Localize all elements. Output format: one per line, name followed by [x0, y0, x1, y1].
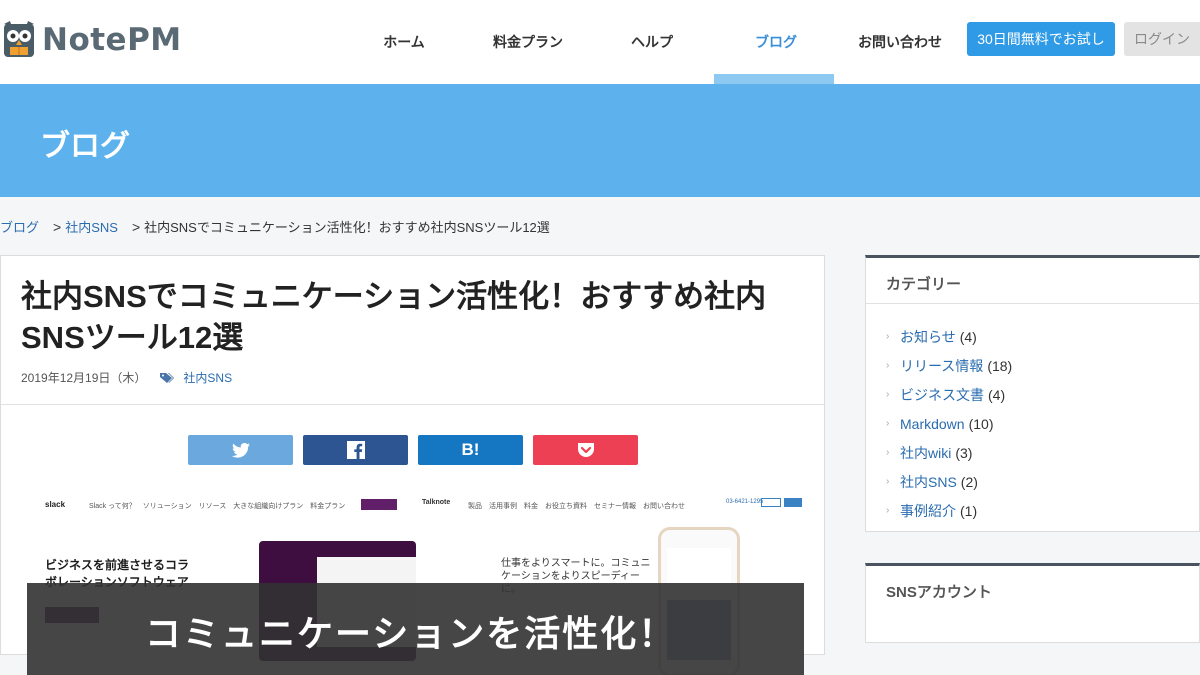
slack-mini-nav: Slack って何？ ソリューション リソース 大きな組織向けプラン 料金プラン [89, 503, 346, 510]
nav-blog[interactable]: ブログ [714, 0, 838, 84]
breadcrumb-category[interactable]: 社内SNS [65, 217, 118, 236]
category-link[interactable]: お知らせ [900, 327, 956, 347]
category-count: (10) [968, 415, 994, 432]
chevron-right-icon: › [886, 389, 890, 400]
facebook-icon [346, 441, 365, 459]
category-link[interactable]: Markdown [900, 416, 965, 432]
category-link[interactable]: 社内SNS [900, 472, 957, 492]
talknote-mini-nav: 製品 活用事例 料金 お役立ち資料 セミナー情報 お問い合わせ [468, 503, 685, 510]
share-pocket-button[interactable] [533, 435, 638, 465]
slack-brand: slack [45, 500, 66, 509]
sns-heading: SNSアカウント [886, 584, 992, 601]
slack-workspace-button [361, 499, 397, 510]
article-hero-image: slack Slack って何？ ソリューション リソース 大きな組織向けプラン… [27, 495, 804, 675]
nav-contact[interactable]: お問い合わせ [838, 0, 962, 84]
site-logo[interactable]: NotePM [2, 20, 182, 60]
category-count: (2) [960, 473, 978, 490]
share-twitter-button[interactable] [188, 435, 293, 465]
logo-text: NotePM [42, 22, 182, 58]
login-button[interactable]: ログイン [1124, 22, 1200, 56]
chevron-right-icon: › [886, 505, 890, 516]
article-card: 社内SNSでコミュニケーション活性化！おすすめ社内SNSツール12選 2019年… [0, 255, 825, 675]
category-count: (18) [987, 357, 1013, 374]
category-count: (4) [959, 328, 977, 345]
nav-help[interactable]: ヘルプ [590, 0, 714, 84]
category-item: › 事例紹介 (1) [886, 496, 1012, 525]
nav-pricing[interactable]: 料金プラン [466, 0, 590, 84]
chevron-right-icon: › [886, 418, 890, 429]
chevron-right-icon: › [886, 447, 890, 458]
article-date: 2019年12月19日（木） [21, 371, 147, 385]
category-link[interactable]: リリース情報 [900, 356, 983, 376]
category-item: › お知らせ (4) [886, 322, 1012, 351]
category-item: › 社内SNS (2) [886, 467, 1012, 496]
talknote-login-button [761, 498, 781, 507]
breadcrumb-current: 社内SNSでコミュニケーション活性化！おすすめ社内SNSツール12選 [144, 220, 550, 235]
sidebar-divider [866, 303, 1199, 304]
owl-logo-icon [4, 21, 34, 57]
share-facebook-button[interactable] [303, 435, 408, 465]
category-link[interactable]: 事例紹介 [900, 501, 956, 521]
talknote-phone: 03-6421-1295 [726, 499, 764, 505]
breadcrumb-separator: > [131, 218, 141, 235]
category-item: › Markdown (10) [886, 409, 1012, 438]
nav-home[interactable]: ホーム [342, 0, 466, 84]
hero-caption-overlay: コミュニケーションを活性化！ [27, 583, 804, 675]
category-item: › ビジネス文書 (4) [886, 380, 1012, 409]
sidebar-sns: SNSアカウント [865, 563, 1200, 643]
category-count: (1) [960, 502, 978, 519]
category-list: › お知らせ (4) › リリース情報 (18) › ビジネス文書 (4) › … [886, 322, 1012, 525]
breadcrumb-blog[interactable]: ブログ [0, 217, 39, 236]
page-title: ブログ [40, 129, 130, 164]
talknote-trial-button [784, 498, 802, 507]
category-link[interactable]: ビジネス文書 [900, 385, 984, 405]
breadcrumb: ブログ > 社内SNS > 社内SNSでコミュニケーション活性化！おすすめ社内S… [0, 217, 550, 236]
main-nav: ホーム 料金プラン ヘルプ ブログ お問い合わせ [342, 0, 962, 84]
chevron-right-icon: › [886, 331, 890, 342]
tag-icon [160, 372, 175, 383]
share-hatena-button[interactable]: B! [418, 435, 523, 465]
breadcrumb-separator: > [53, 218, 62, 235]
talknote-brand: Talknote [422, 499, 451, 506]
category-link[interactable]: 社内wiki [900, 443, 951, 463]
category-count: (4) [988, 386, 1006, 403]
site-header: NotePM ホーム 料金プラン ヘルプ ブログ お問い合わせ 30日間無料でお… [0, 0, 1200, 84]
article-meta: 2019年12月19日（木） 社内SNS [21, 369, 232, 386]
sidebar-categories: カテゴリー › お知らせ (4) › リリース情報 (18) › ビジネス文書 … [865, 255, 1200, 532]
twitter-icon [231, 442, 250, 458]
category-item: › 社内wiki (3) [886, 438, 1012, 467]
categories-heading: カテゴリー [886, 276, 962, 293]
article-tag-link[interactable]: 社内SNS [183, 369, 232, 386]
chevron-right-icon: › [886, 360, 890, 371]
chevron-right-icon: › [886, 476, 890, 487]
page-banner: ブログ [0, 84, 1200, 197]
article-title: 社内SNSでコミュニケーション活性化！おすすめ社内SNSツール12選 [21, 279, 767, 355]
category-item: › リリース情報 (18) [886, 351, 1012, 380]
category-count: (3) [955, 444, 973, 461]
hero-caption: コミュニケーションを活性化！ [145, 614, 677, 655]
meta-divider [1, 404, 824, 405]
free-trial-button[interactable]: 30日間無料でお試し [967, 22, 1115, 56]
pocket-icon [577, 443, 594, 457]
